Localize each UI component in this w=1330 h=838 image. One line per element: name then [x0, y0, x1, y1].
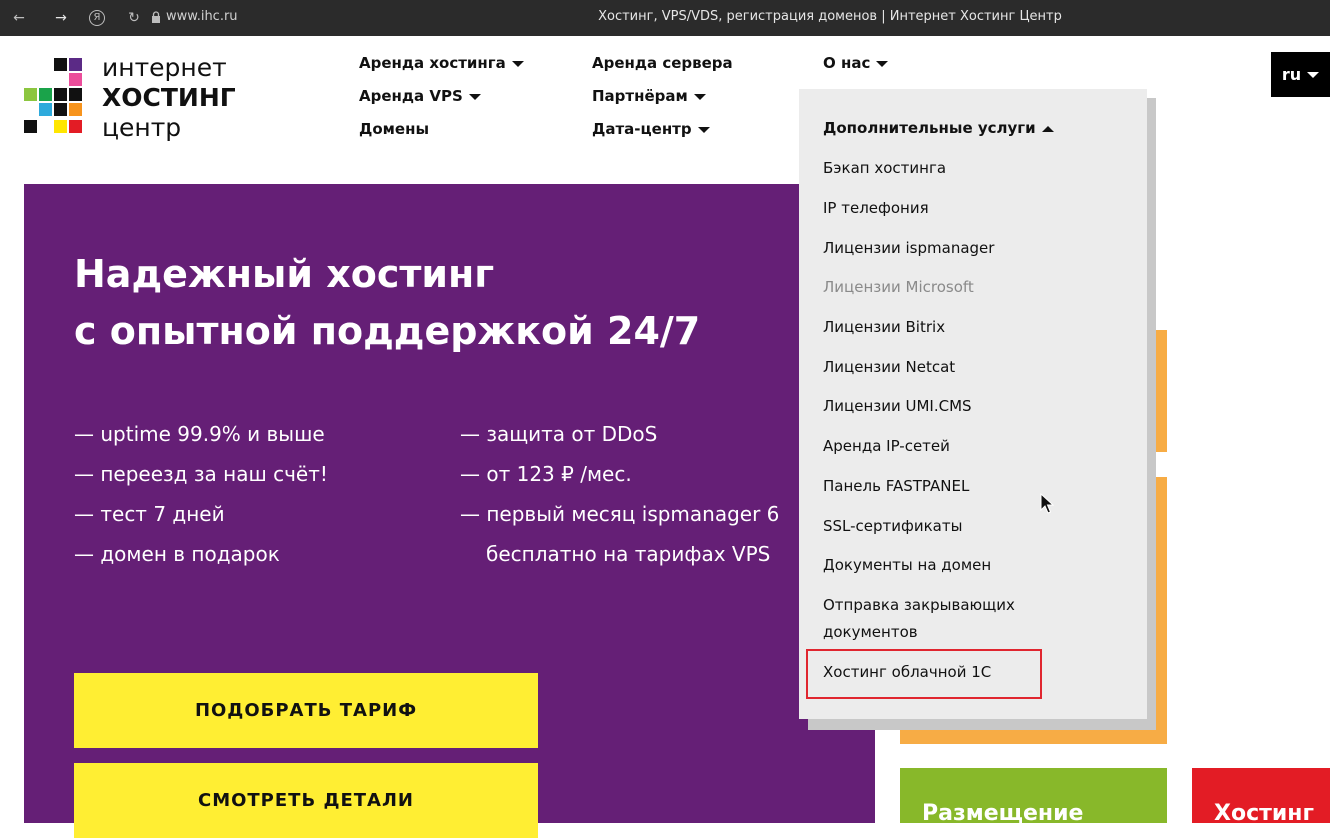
hero-bullet: — тест 7 дней — [74, 502, 225, 526]
chevron-up-icon — [1041, 125, 1054, 132]
menu-item-ip-telephony[interactable]: IP телефония — [823, 195, 1123, 222]
hero-title-line-2: с опытной поддержкой 24/7 — [74, 309, 701, 353]
hero-bullet: — переезд за наш счёт! — [74, 462, 328, 486]
menu-item-ssl-certificates[interactable]: SSL-сертификаты — [823, 513, 1123, 540]
hero-bullet: — домен в подарок — [74, 542, 280, 566]
menu-item-ip-networks[interactable]: Аренда IP-сетей — [823, 433, 1123, 460]
nav-server[interactable]: Аренда сервера — [592, 54, 733, 72]
menu-item-bitrix-licenses[interactable]: Лицензии Bitrix — [823, 314, 1123, 341]
chevron-down-icon — [468, 93, 481, 100]
menu-item-netcat-licenses[interactable]: Лицензии Netcat — [823, 354, 1123, 381]
menu-item-ispmanager-licenses[interactable]: Лицензии ispmanager — [823, 235, 1123, 262]
logo-line-1: интернет — [102, 53, 227, 82]
nav-partners-label: Партнёрам — [592, 87, 688, 105]
menu-item-microsoft-licenses[interactable]: Лицензии Microsoft — [823, 274, 1123, 301]
view-details-button[interactable]: СМОТРЕТЬ ДЕТАЛИ — [74, 763, 538, 838]
mouse-cursor-icon — [1040, 493, 1055, 514]
chevron-down-icon — [511, 60, 524, 67]
chevron-down-icon — [1307, 71, 1320, 78]
nav-datacenter-label: Дата-центр — [592, 120, 692, 138]
chevron-down-icon — [697, 126, 710, 133]
nav-domains[interactable]: Домены — [359, 120, 429, 138]
choose-tariff-button[interactable]: ПОДОБРАТЬ ТАРИФ — [74, 673, 538, 748]
hero-bullet: — первый месяц ispmanager 6 — [460, 502, 780, 526]
nav-datacenter[interactable]: Дата-центр — [592, 120, 710, 138]
nav-partners[interactable]: Партнёрам — [592, 87, 706, 105]
hero-bullet: — uptime 99.9% и выше — [74, 422, 325, 446]
about-dropdown-menu: Дополнительные услуги Бэкап хостинга IP … — [799, 89, 1147, 719]
nav-about-label: О нас — [823, 54, 871, 72]
language-switcher[interactable]: ru — [1271, 52, 1330, 97]
placement-card-title: Размещение — [922, 801, 1084, 826]
dropdown-header-label: Дополнительные услуги — [823, 119, 1036, 137]
nav-hosting-label: Аренда хостинга — [359, 54, 506, 72]
page-tab-title: Хостинг, VPS/VDS, регистрация доменов | … — [598, 9, 1062, 24]
hero-bullet: — защита от DDoS — [460, 422, 658, 446]
nav-hosting[interactable]: Аренда хостинга — [359, 54, 524, 72]
language-label: ru — [1281, 65, 1302, 84]
menu-item-closing-documents[interactable]: Отправка закрывающих документов — [823, 592, 1053, 646]
nav-vps-label: Аренда VPS — [359, 87, 463, 105]
hero-banner: Надежный хостинг с опытной поддержкой 24… — [24, 184, 875, 838]
menu-item-umicms-licenses[interactable]: Лицензии UMI.CMS — [823, 393, 1123, 420]
placement-card[interactable]: Размещение — [900, 768, 1167, 826]
nav-vps[interactable]: Аренда VPS — [359, 87, 481, 105]
nav-about[interactable]: О нас — [823, 54, 889, 72]
logo-line-2: ХОСТИНГ — [102, 83, 236, 112]
chevron-down-icon — [876, 60, 889, 67]
menu-item-fastpanel[interactable]: Панель FASTPANEL — [823, 473, 1123, 500]
hero-title-line-1: Надежный хостинг — [74, 252, 495, 296]
hero-title: Надежный хостинг с опытной поддержкой 24… — [74, 246, 700, 360]
logo-icon[interactable] — [24, 58, 88, 134]
menu-item-domain-documents[interactable]: Документы на домен — [823, 552, 1123, 579]
highlight-box — [806, 649, 1042, 699]
hosting-card[interactable]: Хостинг — [1192, 768, 1330, 826]
menu-item-hosting-backup[interactable]: Бэкап хостинга — [823, 155, 1123, 182]
logo-text[interactable]: интернет ХОСТИНГ центр — [102, 53, 236, 143]
hero-bullet: бесплатно на тарифах VPS — [486, 542, 771, 566]
browser-toolbar: ← → Я ↻ www.ihc.ru Хостинг, VPS/VDS, рег… — [0, 0, 1330, 36]
chevron-down-icon — [693, 93, 706, 100]
hosting-card-title: Хостинг — [1214, 801, 1314, 826]
logo-line-3: центр — [102, 113, 182, 142]
hero-bullet: — от 123 ₽ /мес. — [460, 462, 632, 486]
dropdown-header-additional-services[interactable]: Дополнительные услуги — [823, 119, 1054, 137]
